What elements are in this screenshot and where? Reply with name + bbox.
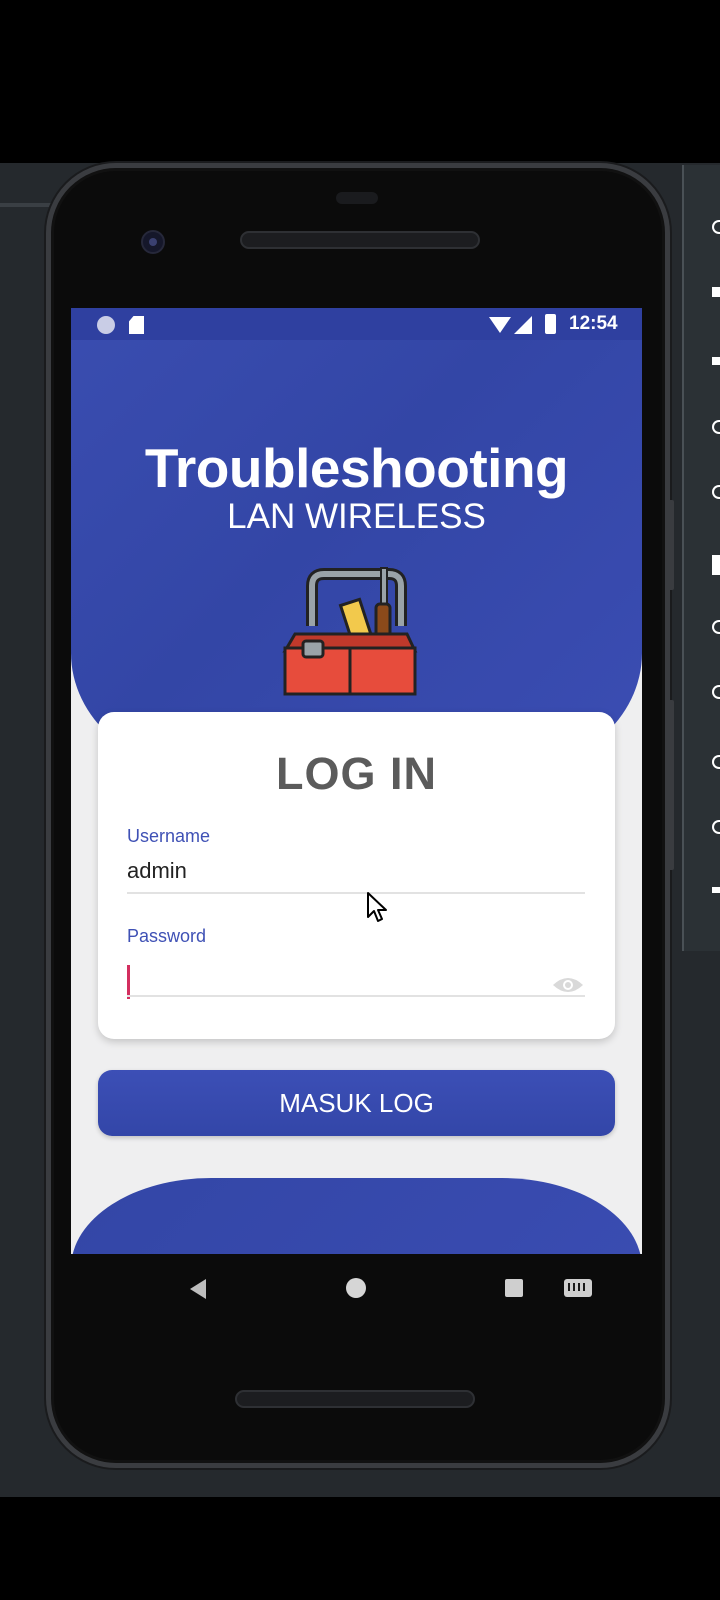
emulator-side-toolbar: [682, 165, 720, 951]
password-underline: [127, 995, 585, 997]
front-camera-icon: [141, 230, 165, 254]
bottom-speaker: [235, 1390, 475, 1408]
phone-volume-button: [668, 700, 674, 870]
app-subtitle: LAN WIRELESS: [227, 497, 486, 536]
home-toolbar-icon[interactable]: [712, 755, 720, 769]
zoom-icon[interactable]: [712, 620, 720, 634]
back-toolbar-icon[interactable]: [712, 685, 720, 699]
emulator-window: 12:54 Troubleshooting LAN WIRELESS LOG I…: [0, 0, 720, 1600]
home-icon[interactable]: [346, 1278, 366, 1298]
username-label: Username: [127, 826, 211, 846]
keyboard-icon[interactable]: [564, 1279, 592, 1297]
sd-card-icon: [129, 316, 144, 334]
username-input[interactable]: admin: [127, 858, 187, 884]
text-caret: [127, 965, 130, 999]
wifi-icon: [489, 317, 511, 333]
cell-signal-icon: [514, 316, 532, 334]
device-screen: 12:54 Troubleshooting LAN WIRELESS LOG I…: [71, 308, 642, 1254]
username-underline: [127, 892, 585, 894]
login-title: LOG IN: [276, 748, 437, 799]
recents-icon[interactable]: [505, 1279, 523, 1297]
back-icon[interactable]: [190, 1279, 206, 1299]
rotate-left-icon[interactable]: [712, 420, 720, 434]
password-label: Password: [127, 926, 207, 946]
mouse-cursor-icon: [367, 892, 387, 922]
volume-down-icon[interactable]: [712, 357, 720, 365]
more-icon[interactable]: [712, 887, 720, 893]
app-title: Troubleshooting: [144, 437, 569, 499]
battery-icon: [545, 314, 556, 334]
status-bar: 12:54: [71, 308, 642, 340]
login-card: LOG IN Username admin Password: [98, 712, 615, 1039]
power-icon[interactable]: [712, 220, 720, 234]
volume-up-icon[interactable]: [712, 287, 720, 297]
top-speaker: [240, 231, 480, 249]
password-input[interactable]: [127, 964, 537, 998]
earpiece: [336, 192, 378, 204]
status-time: 12:54: [569, 313, 618, 334]
footer-background: [71, 1178, 642, 1254]
toolbox-icon: [282, 567, 418, 696]
overview-toolbar-icon[interactable]: [712, 820, 720, 834]
eye-icon[interactable]: [551, 975, 585, 995]
rotate-right-icon[interactable]: [712, 485, 720, 499]
header-background: [71, 308, 642, 773]
notification-dot-icon: [97, 316, 115, 334]
submit-button[interactable]: MASUK LOG: [98, 1070, 615, 1136]
screenshot-icon[interactable]: [712, 555, 720, 575]
phone-side-button: [668, 500, 674, 590]
